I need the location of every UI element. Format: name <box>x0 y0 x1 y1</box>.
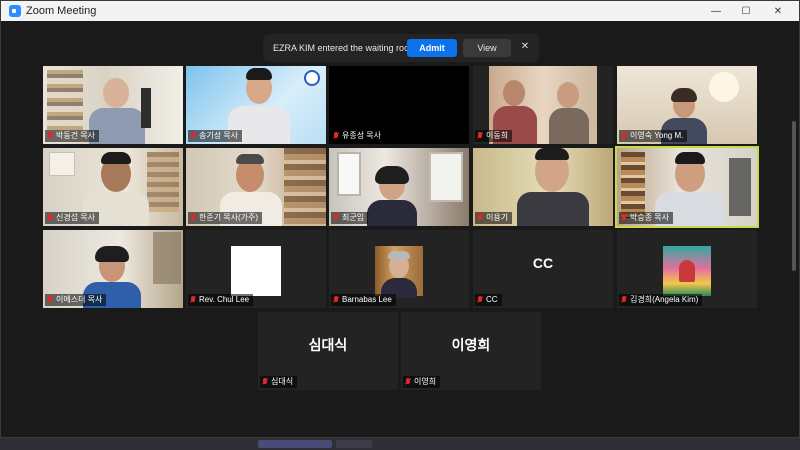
title-bar: Zoom Meeting — ☐ ✕ <box>1 1 799 21</box>
participant-tile[interactable]: 송기성 목사 <box>186 66 326 144</box>
muted-mic-icon <box>47 214 53 222</box>
participant-display-name: 심대식 <box>308 337 348 353</box>
muted-mic-icon <box>190 296 196 304</box>
background-taskbar <box>0 438 800 450</box>
participant-tile[interactable]: 이용기 <box>473 148 613 226</box>
participant-name-label: 최군임 <box>331 212 369 224</box>
view-button[interactable]: View <box>463 39 511 57</box>
muted-mic-icon <box>405 378 411 386</box>
muted-mic-icon <box>621 132 627 140</box>
muted-mic-icon <box>262 378 268 386</box>
participant-tile[interactable]: 박동건 목사 <box>43 66 183 144</box>
participant-name-label: 심대식 <box>260 376 298 388</box>
muted-mic-icon <box>333 132 339 140</box>
participant-name-label: Barnabas Lee <box>331 294 396 306</box>
minimize-button[interactable]: — <box>701 1 731 21</box>
muted-mic-icon <box>190 132 196 140</box>
dismiss-notification-icon[interactable]: ✕ <box>518 40 532 54</box>
participant-name-label: 김경희(Angela Kim) <box>619 294 703 306</box>
participant-name-label: CC <box>475 294 502 306</box>
participant-name-label: Rev. Chul Lee <box>188 294 254 306</box>
admit-button[interactable]: Admit <box>407 39 457 57</box>
participant-name-label: 박승종 목사 <box>619 212 674 224</box>
maximize-button[interactable]: ☐ <box>731 1 761 21</box>
participant-name-label: 송기성 목사 <box>188 130 243 142</box>
participant-tile[interactable]: 이영희 이영희 <box>401 312 541 390</box>
gallery-scrollbar[interactable] <box>789 21 799 437</box>
muted-mic-icon <box>47 132 53 140</box>
muted-mic-icon <box>477 132 483 140</box>
muted-mic-icon <box>477 214 483 222</box>
participant-display-name: 이영희 <box>451 337 491 353</box>
muted-mic-icon <box>621 214 627 222</box>
profile-picture <box>375 246 423 298</box>
participant-tile[interactable]: 심대식 심대식 <box>258 312 398 390</box>
muted-mic-icon <box>621 296 627 304</box>
profile-picture <box>231 246 281 296</box>
zoom-window: Zoom Meeting — ☐ ✕ EZRA KIM entered the … <box>0 0 800 438</box>
participant-tile[interactable]: 유종성 목사 <box>329 66 469 144</box>
gallery-view: EZRA KIM entered the waiting room Admit … <box>1 21 799 437</box>
participant-tile[interactable]: 김경희(Angela Kim) <box>617 230 757 308</box>
taskbar-item[interactable] <box>336 440 372 448</box>
participant-name-label: 이에스더 목사 <box>45 294 107 306</box>
muted-mic-icon <box>333 296 339 304</box>
participant-tile[interactable]: Barnabas Lee <box>329 230 469 308</box>
participant-name-label: 이영희 <box>403 376 441 388</box>
active-speaker-tile[interactable]: 박승종 목사 <box>615 146 759 228</box>
participant-name-label: 유종성 목사 <box>331 130 386 142</box>
muted-mic-icon <box>477 296 483 304</box>
waiting-room-message: EZRA KIM entered the waiting room <box>273 43 417 53</box>
participant-tile[interactable]: CC CC <box>473 230 613 308</box>
participant-tile[interactable]: 신경섭 목사 <box>43 148 183 226</box>
muted-mic-icon <box>190 214 196 222</box>
participant-initials: CC <box>532 255 554 271</box>
participant-tile[interactable]: 이영숙 Yong M. <box>617 66 757 144</box>
participant-tile[interactable]: 이에스더 목사 <box>43 230 183 308</box>
participant-name-label: 이용기 <box>475 212 513 224</box>
participant-name-label: 박동건 목사 <box>45 130 100 142</box>
profile-picture <box>663 246 711 296</box>
muted-mic-icon <box>333 214 339 222</box>
participant-name-label: 이영숙 Yong M. <box>619 130 688 142</box>
participant-tile[interactable]: 최군임 <box>329 148 469 226</box>
muted-mic-icon <box>47 296 53 304</box>
participant-name-label: 이동희 <box>475 130 513 142</box>
participant-tile[interactable]: Rev. Chul Lee <box>186 230 326 308</box>
waiting-room-notification: EZRA KIM entered the waiting room Admit … <box>263 34 539 62</box>
participant-name-label: 신경섭 목사 <box>45 212 100 224</box>
close-button[interactable]: ✕ <box>763 1 793 21</box>
window-title: Zoom Meeting <box>26 5 97 17</box>
zoom-app-icon <box>9 5 21 17</box>
scrollbar-thumb[interactable] <box>792 121 796 271</box>
participant-tile[interactable]: 한준기 목사(가주) <box>186 148 326 226</box>
taskbar-item[interactable] <box>258 440 332 448</box>
participant-name-label: 한준기 목사(가주) <box>188 212 263 224</box>
participant-tile[interactable]: 이동희 <box>473 66 613 144</box>
